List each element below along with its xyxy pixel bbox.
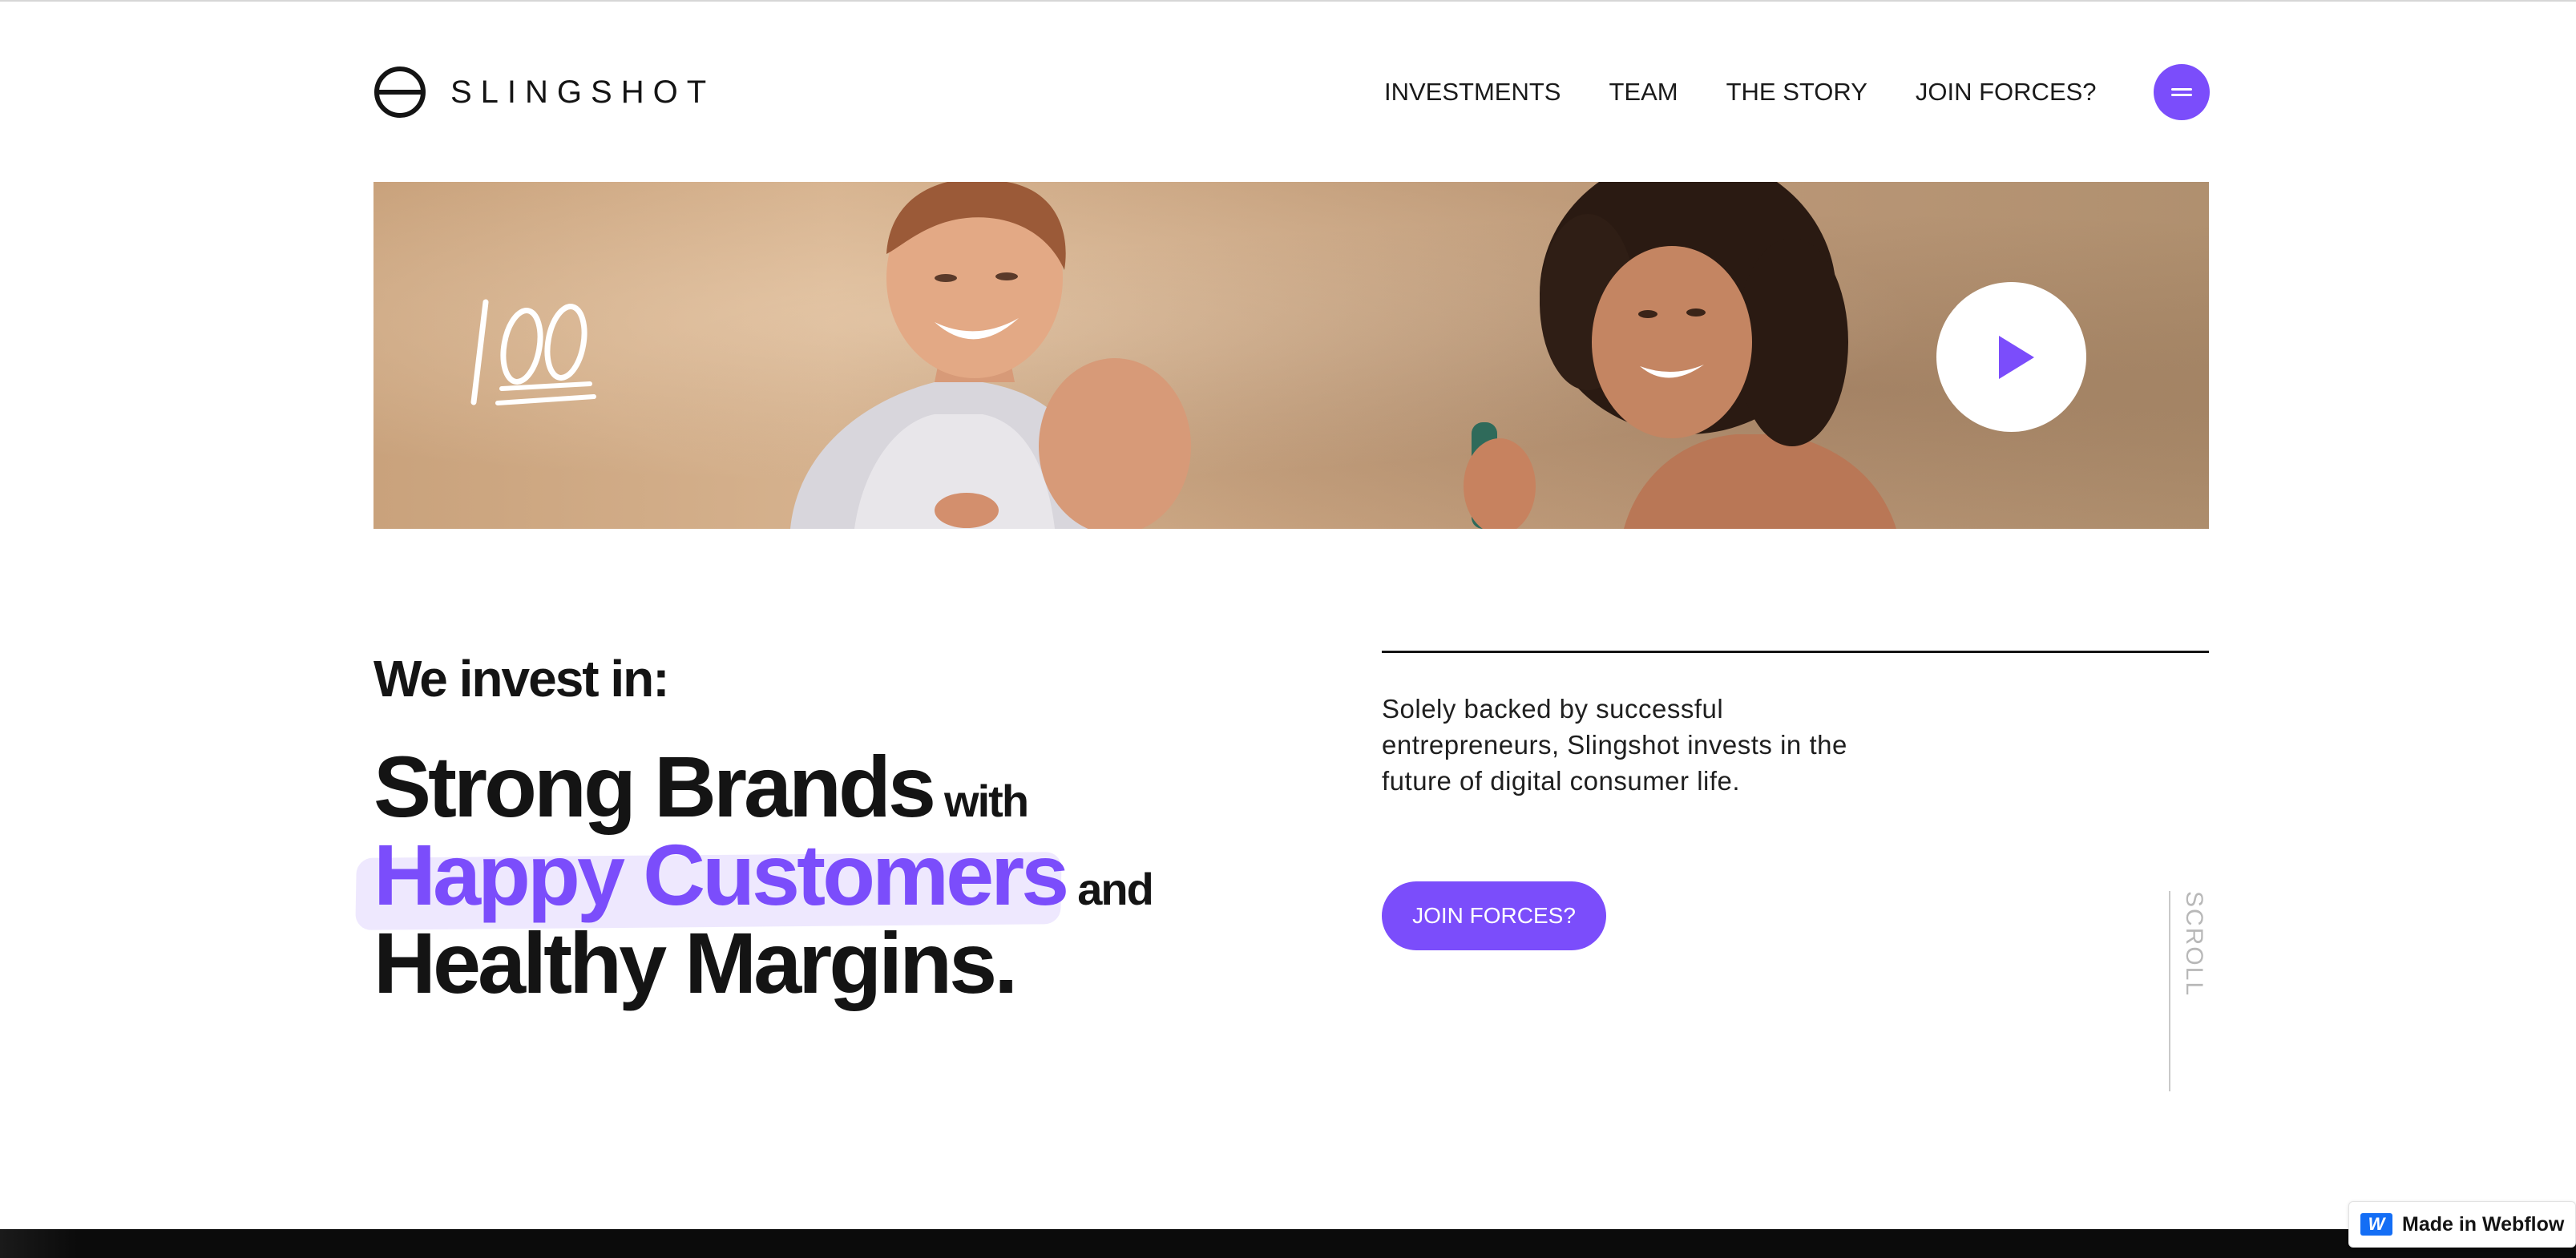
- hundred-points-icon: [470, 299, 596, 405]
- nav-join-forces[interactable]: JOIN FORCES?: [1916, 72, 2097, 112]
- slingshot-logo-icon: [374, 67, 426, 118]
- divider-line: [1382, 651, 2209, 653]
- headline-line-3: Healthy Margins.: [373, 919, 1153, 1007]
- made-in-webflow-badge[interactable]: W Made in Webflow: [2348, 1201, 2576, 1248]
- play-icon: [1998, 335, 2034, 379]
- headline: Strong Brands with Happy Customers and Hea…: [355, 743, 1154, 1007]
- webflow-badge-label: Made in Webflow: [2402, 1212, 2565, 1236]
- join-forces-button[interactable]: JOIN FORCES?: [1382, 881, 1606, 950]
- headline-line-2: Happy Customers and: [355, 831, 1154, 930]
- hero-video-banner[interactable]: [373, 182, 2209, 529]
- next-section-edge: [0, 1229, 2576, 1258]
- main-nav: INVESTMENTS TEAM THE STORY JOIN FORCES?: [1384, 72, 2097, 112]
- nav-team[interactable]: TEAM: [1609, 72, 1678, 112]
- headline-healthy-margins: Healthy Margins.: [373, 914, 1018, 1011]
- logo-wordmark: SLINGSHOT: [450, 74, 716, 110]
- intro-description: Solely backed by successful entrepreneur…: [1382, 694, 1847, 796]
- slingshot-logo[interactable]: SLINGSHOT: [373, 64, 715, 120]
- nav-investments[interactable]: INVESTMENTS: [1384, 72, 1561, 112]
- scroll-label: SCROLL: [2181, 891, 2207, 998]
- nav-the-story[interactable]: THE STORY: [1726, 72, 1867, 112]
- headline-and: and: [1077, 864, 1154, 914]
- play-video-button[interactable]: [1936, 282, 2086, 432]
- headline-strong-brands: Strong Brands: [373, 738, 936, 835]
- headline-happy-customers: Happy Customers: [373, 826, 1069, 923]
- headline-line-1: Strong Brands with: [373, 743, 1153, 831]
- section-eyebrow: We invest in:: [373, 650, 670, 708]
- webflow-logo-icon: W: [2360, 1213, 2392, 1236]
- hero-photo: [790, 182, 1896, 529]
- scroll-indicator-line: [2169, 891, 2170, 1091]
- page: SLINGSHOT INVESTMENTS TEAM THE STORY JOI…: [0, 0, 2576, 1258]
- menu-button[interactable]: [2154, 64, 2210, 120]
- headline-with: with: [944, 776, 1029, 826]
- hamburger-icon: [2171, 87, 2192, 98]
